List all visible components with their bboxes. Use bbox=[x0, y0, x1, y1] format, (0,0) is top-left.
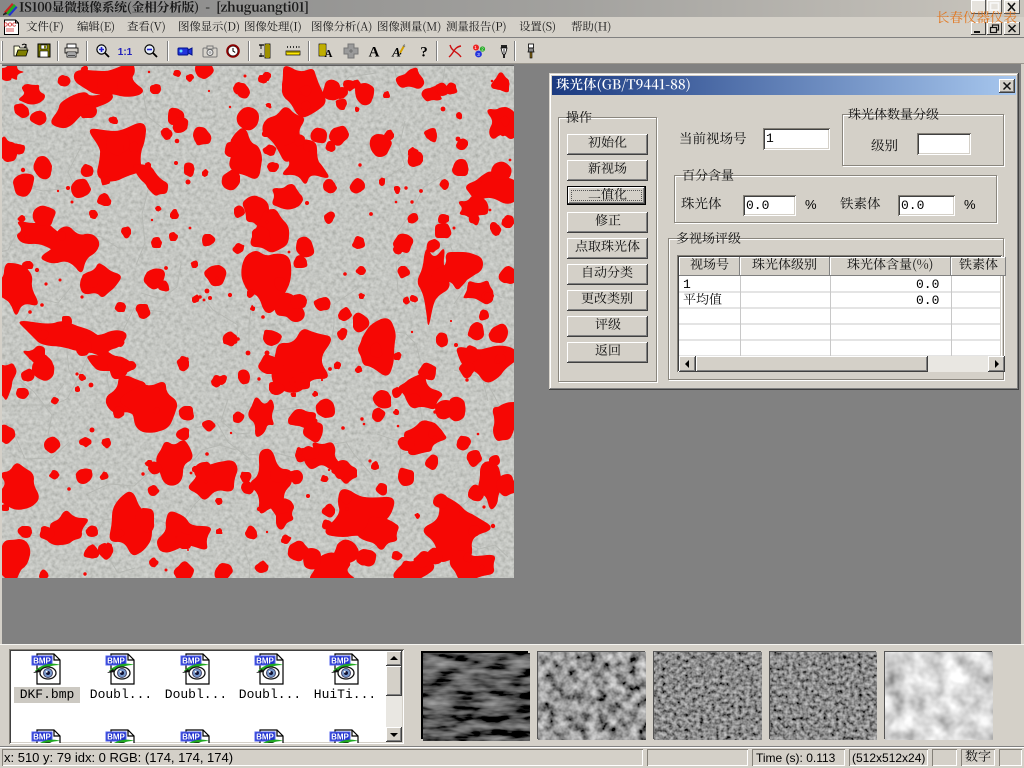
svg-text:DOC: DOC bbox=[4, 23, 16, 29]
svg-text:1:1: 1:1 bbox=[118, 47, 133, 58]
svg-text:?: ? bbox=[420, 45, 428, 60]
svg-text:A: A bbox=[325, 48, 333, 59]
svg-text:A: A bbox=[369, 45, 380, 60]
